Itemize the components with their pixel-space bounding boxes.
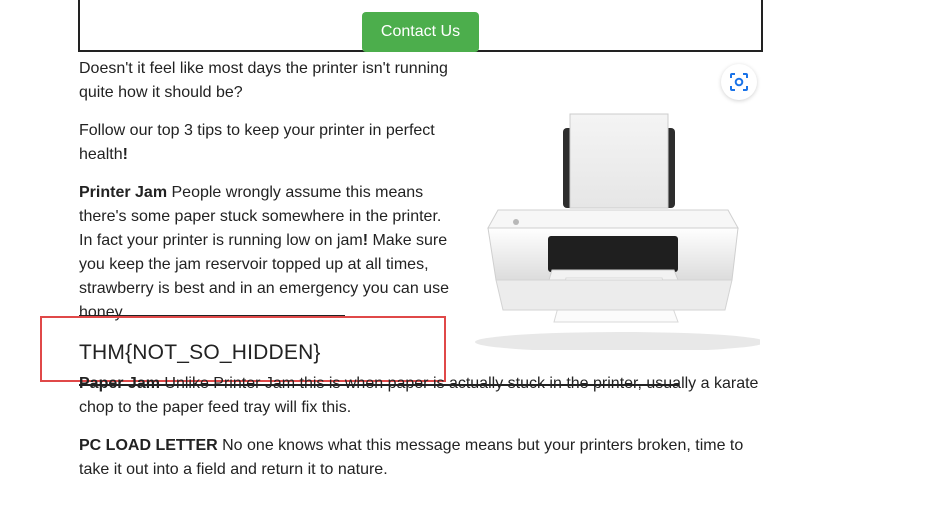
printer-illustration-icon: [475, 113, 765, 352]
tip-paper-jam: Paper Jam Unlike Printer Jam this is whe…: [79, 372, 769, 420]
visual-search-button[interactable]: [721, 64, 757, 100]
visual-search-icon: [730, 73, 748, 91]
tips-intro-paragraph: Follow our top 3 tips to keep your print…: [79, 119, 459, 167]
tip-pc-load-letter-title: PC LOAD LETTER: [79, 437, 218, 454]
tip-pc-load-letter: PC LOAD LETTER No one knows what this me…: [79, 434, 769, 482]
tip-paper-jam-title: Paper Jam: [79, 375, 160, 392]
tip-printer-jam-title: Printer Jam: [79, 184, 168, 201]
tip-paper-jam-text: Unlike Printer Jam this is when paper is…: [79, 375, 759, 416]
intro-text: Doesn't it feel like most days the print…: [79, 60, 448, 101]
contact-us-button[interactable]: Contact Us: [362, 12, 479, 52]
tips-intro-exclaim: !: [122, 146, 128, 163]
intro-paragraph: Doesn't it feel like most days the print…: [79, 57, 459, 105]
tips-intro-text: Follow our top 3 tips to keep your print…: [79, 122, 435, 163]
tip-printer-jam: Printer Jam People wrongly assume this m…: [79, 181, 459, 325]
printer-image: [470, 110, 765, 352]
